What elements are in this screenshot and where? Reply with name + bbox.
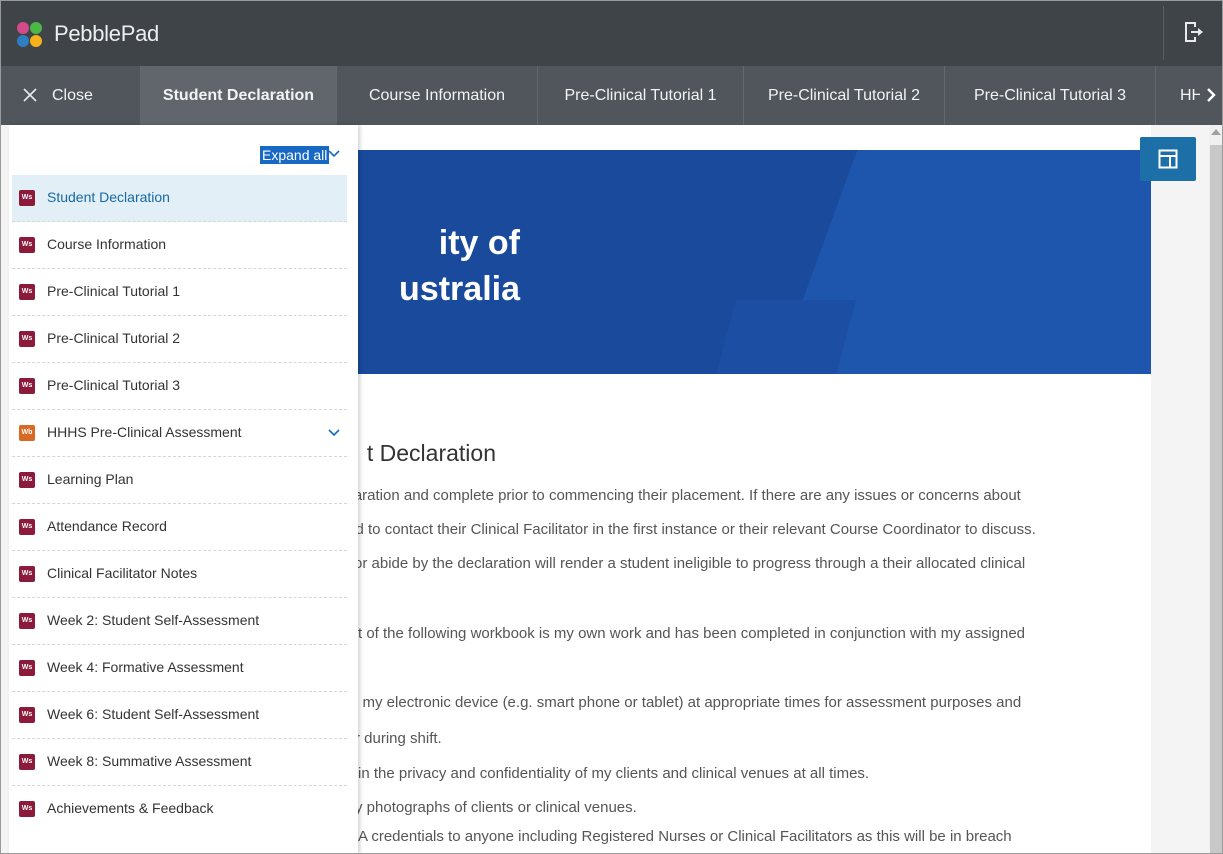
worksheet-icon: Ws [19,378,35,394]
sidebar-item-learning-plan[interactable]: Ws Learning Plan [12,457,347,504]
sidebar-item-label: Achievements & Feedback [47,800,214,816]
contents-sidebar: Expand all Ws Student Declaration Ws Cou… [9,125,358,854]
app-header: PebblePad [0,0,1223,66]
sidebar-item-hhhs-pre-clinical-assessment[interactable]: Wb HHHS Pre-Clinical Assessment [12,410,347,457]
tab-hhhs-truncated[interactable]: HH [1156,66,1200,125]
sidebar-item-week-4-formative-assessment[interactable]: Ws Week 4: Formative Assessment [12,645,347,692]
tab-pre-clinical-tutorial-3[interactable]: Pre-Clinical Tutorial 3 [945,66,1156,125]
paragraph-line: e my electronic device (e.g. smart phone… [350,694,1022,711]
worksheet-icon: Ws [19,237,35,253]
chevron-down-icon[interactable] [327,426,341,440]
tab-pre-clinical-tutorial-2[interactable]: Pre-Clinical Tutorial 2 [744,66,945,125]
sidebar-item-label: Pre-Clinical Tutorial 1 [47,283,181,299]
app-name: PebblePad [54,21,159,46]
sidebar-item-week-6-self-assessment[interactable]: Ws Week 6: Student Self-Assessment [12,692,347,739]
sidebar-item-label: Clinical Facilitator Notes [47,565,198,581]
sidebar-item-label: Week 8: Summative Assessment [47,753,252,769]
worksheet-icon: Ws [19,190,35,206]
tab-student-declaration[interactable]: Student Declaration [141,66,337,125]
worksheet-icon: Ws [19,613,35,629]
paragraph-line: y photographs of clients or clinical ven… [355,799,637,816]
paragraph-line: or abide by the declaration will render … [354,555,1026,572]
sidebar-item-label: Attendance Record [47,518,167,534]
sidebar-item-pre-clinical-tutorial-3[interactable]: Ws Pre-Clinical Tutorial 3 [12,363,347,410]
pebblepad-logo-icon [17,22,45,48]
sidebar-item-label: Course Information [47,236,167,252]
worksheet-icon: Ws [19,331,35,347]
workbook-icon: Wb [19,425,35,441]
sidebar-item-label: HHHS Pre-Clinical Assessment [47,424,242,440]
scrollbar-thumb[interactable] [1210,145,1222,854]
tab-pre-clinical-tutorial-1[interactable]: Pre-Clinical Tutorial 1 [538,66,744,125]
header-divider [1163,6,1164,60]
paragraph-line: r during shift. [355,730,442,747]
sidebar-item-week-8-summative-assessment[interactable]: Ws Week 8: Summative Assessment [12,739,347,786]
sidebar-item-label: Week 6: Student Self-Assessment [47,706,260,722]
worksheet-icon: Ws [19,707,35,723]
chevron-right-icon[interactable] [1203,86,1219,104]
sidebar-item-week-2-self-assessment[interactable]: Ws Week 2: Student Self-Assessment [12,598,347,645]
paragraph-line: claration and complete prior to commenci… [343,487,1021,504]
close-button[interactable]: Close [0,66,141,125]
worksheet-icon: Ws [19,519,35,535]
expand-all-button[interactable]: Expand all [260,146,330,164]
paragraph-line: ted to contact their Clinical Facilitato… [343,521,1036,538]
worksheet-icon: Ws [19,566,35,582]
tab-course-information[interactable]: Course Information [337,66,538,125]
close-label: Close [52,87,93,104]
sidebar-item-pre-clinical-tutorial-1[interactable]: Ws Pre-Clinical Tutorial 1 [12,269,347,316]
sidebar-list: Ws Student Declaration Ws Course Informa… [12,175,347,833]
worksheet-icon: Ws [19,754,35,770]
logout-icon[interactable] [1183,21,1203,43]
sidebar-item-label: Week 2: Student Self-Assessment [47,612,260,628]
layout-icon [1158,149,1178,169]
worksheet-icon: Ws [19,660,35,676]
sidebar-item-label: Week 4: Formative Assessment [47,659,244,675]
sidebar-item-student-declaration[interactable]: Ws Student Declaration [12,175,347,222]
sidebar-item-achievements-feedback[interactable]: Ws Achievements & Feedback [12,786,347,833]
paragraph-line: t of the following workbook is my own wo… [358,625,1026,642]
sidebar-item-clinical-facilitator-notes[interactable]: Ws Clinical Facilitator Notes [12,551,347,598]
paragraph-line: A credentials to anyone including Regist… [358,828,1012,845]
worksheet-icon: Ws [19,801,35,817]
chevron-down-icon[interactable] [327,147,341,161]
scroll-up-icon[interactable] [1211,129,1221,135]
sidebar-item-label: Student Declaration [47,189,170,205]
worksheet-icon: Ws [19,284,35,300]
sidebar-item-label: Pre-Clinical Tutorial 3 [47,377,181,393]
close-icon [23,88,37,102]
sidebar-item-pre-clinical-tutorial-2[interactable]: Ws Pre-Clinical Tutorial 2 [12,316,347,363]
layout-toggle-button[interactable] [1140,137,1196,181]
worksheet-icon: Ws [19,472,35,488]
sidebar-item-label: Learning Plan [47,471,134,487]
sidebar-item-attendance-record[interactable]: Ws Attendance Record [12,504,347,551]
paragraph-line: in the privacy and confidentiality of my… [358,765,870,782]
sidebar-item-label: Pre-Clinical Tutorial 2 [47,330,181,346]
tab-bar: Close Student Declaration Course Informa… [0,66,1223,125]
sidebar-item-course-information[interactable]: Ws Course Information [12,222,347,269]
